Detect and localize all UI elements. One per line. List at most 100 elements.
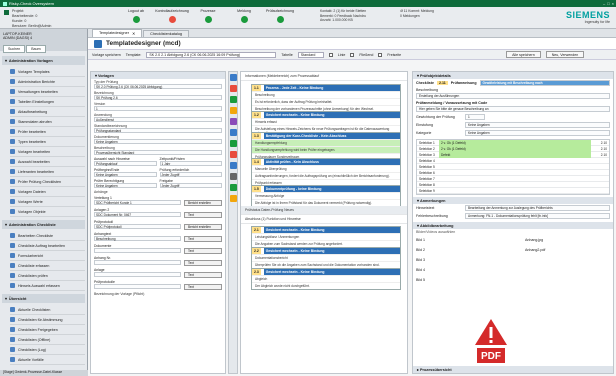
- sidebar-item[interactable]: Vorlagen Templates: [10, 67, 85, 77]
- checklist-block[interactable]: 2.2 Gesichert wechseln - Keine Bindung Dok…: [251, 246, 401, 269]
- sidebar-item[interactable]: Administration Berichte: [10, 77, 85, 87]
- selection-row[interactable]: Selektion 9: [417, 188, 609, 194]
- property-input[interactable]: 1 Jahr: [159, 161, 222, 166]
- checklist-block[interactable]: 1.5 Dokumentprüfung - keine Bindung Vermes…: [251, 184, 401, 207]
- sidebar-item[interactable]: Vorlagen bearbeiten: [10, 147, 85, 157]
- attachment-button[interactable]: Text: [184, 272, 222, 278]
- property-input[interactable]: Keine Angaben: [94, 139, 222, 144]
- sidebar-item[interactable]: Checklisten prüfen: [10, 271, 85, 281]
- attachment-button[interactable]: Text: [184, 236, 222, 242]
- tool-icon[interactable]: [230, 85, 237, 92]
- attachment-value[interactable]: [94, 284, 181, 289]
- sidebar-item[interactable]: Ablaufbearbeitung: [10, 107, 85, 117]
- attachment-value[interactable]: [94, 272, 181, 277]
- attachment-value[interactable]: [94, 260, 181, 265]
- sidebar-item[interactable]: Lieferanten bearbeiten: [10, 167, 85, 177]
- property-input[interactable]: Keine Angaben: [94, 183, 157, 188]
- sidebar-item[interactable]: Tabellen Einstellungen: [10, 97, 85, 107]
- property-input[interactable]: Prüfungsstandard: [94, 128, 222, 133]
- sidebar-section[interactable]: ▾ Administration Vorlagen: [2, 56, 85, 65]
- tool-icon[interactable]: [230, 184, 237, 191]
- property-input[interactable]: Prüfungsablauf: [94, 161, 157, 166]
- sidebar-item[interactable]: Vorlagen Objekte: [10, 207, 85, 217]
- fliessend-checkbox[interactable]: [350, 52, 355, 57]
- image-filename[interactable]: Anhang.jpg: [525, 238, 543, 242]
- new-use-button[interactable]: Neu, Verwenden: [545, 51, 585, 58]
- attachment-button[interactable]: Text: [184, 248, 222, 254]
- sidebar-section[interactable]: ▾ Übersicht: [2, 294, 85, 303]
- sidebar-item[interactable]: Checkliste erfassen: [10, 261, 85, 271]
- property-input[interactable]: Keine Angaben: [94, 172, 157, 177]
- linie-checkbox[interactable]: [328, 52, 333, 57]
- pdf-preview[interactable]: PDF: [473, 317, 509, 365]
- sidebar-item[interactable]: Verwaltungen bearbeiten: [10, 87, 85, 97]
- status-column[interactable]: Prüfaufzeichnung: [264, 9, 296, 23]
- save-all-button[interactable]: Alle speichern: [506, 51, 541, 58]
- attachment-value[interactable]: Beschreibung: [94, 236, 181, 241]
- property-input[interactable]: SK 2.0 Prüfung 2.6 (CK 06.06.2025 Abfolg…: [94, 84, 222, 89]
- tool-icon[interactable]: [230, 151, 237, 158]
- status-column[interactable]: Logout ab: [120, 9, 152, 23]
- tool-icon[interactable]: [230, 118, 237, 125]
- attachment-value[interactable]: SDC Prüfprotokoll: [94, 224, 181, 229]
- beschreibung-field[interactable]: Erstellung der Ausführungen: [416, 93, 610, 99]
- checklist-block[interactable]: 1.1 Prozess - Jede Zeit - Keine Bindung Be…: [251, 84, 401, 113]
- sidebar-item[interactable]: Auswahl bearbeiten: [10, 157, 85, 167]
- sidebar-item[interactable]: Checklisten Freigegeben: [10, 325, 85, 335]
- sidebar-item[interactable]: Formularbericht: [10, 251, 85, 261]
- status-column[interactable]: Kontrollaufzeichnung: [155, 9, 189, 23]
- sidebar-item[interactable]: Vorlagen Dateien: [10, 187, 85, 197]
- attachment-value[interactable]: SDC Dokument Nr. 0467: [94, 212, 181, 217]
- sidebar-item[interactable]: Stammdaten abrufen: [10, 117, 85, 127]
- tool-icon[interactable]: [230, 162, 237, 169]
- sidebar-item[interactable]: Prüfer Prüfung Checklisten: [10, 177, 85, 187]
- pruefung-field[interactable]: Hier geben Sie bitte die genaue Beschrei…: [416, 106, 610, 112]
- property-input[interactable]: SK Prüfung 2.6: [94, 95, 222, 100]
- tool-icon[interactable]: [230, 96, 237, 103]
- tab-baum[interactable]: Baum: [26, 45, 46, 53]
- image-filename[interactable]: Anhang2.pdf: [525, 248, 545, 252]
- sidebar-item[interactable]: Checklisten (Offline): [10, 335, 85, 345]
- checklist-sub[interactable]: Gewährleistung mit Beschreibung nach: [479, 80, 610, 86]
- attachment-button[interactable]: Bericht erstellen: [184, 224, 222, 230]
- checklist-block[interactable]: 2.3 Gesichert wechseln - Keine Bindung Abg…: [251, 267, 401, 290]
- sidebar-item[interactable]: Checklisten (Log): [10, 345, 85, 355]
- status-column[interactable]: Prozesse: [192, 9, 224, 23]
- tab-templatedesigner[interactable]: Templatedesigner ✕: [92, 29, 143, 37]
- sidebar-item[interactable]: Prüfer bearbeiten: [10, 127, 85, 137]
- fehler-field[interactable]: Anmerkung: FN-1 - Dokumentationsprüfung …: [465, 213, 610, 219]
- attachment-button[interactable]: Text: [184, 284, 222, 290]
- sidebar-item[interactable]: Aktuelle Checklisten: [10, 305, 85, 315]
- tool-icon[interactable]: [230, 107, 237, 114]
- checklist-block[interactable]: 1.4 Aktivität prüfen - Kein Abschluss Manu…: [251, 158, 401, 187]
- minimize-icon[interactable]: –: [603, 1, 605, 6]
- template-select[interactable]: SK 2.0 2.1 Abfolgung 2.6 (CK 06.06.2025 …: [146, 51, 277, 58]
- checklist-block[interactable]: 2.1 Gesichert wechseln - Keine Bindung Lei…: [251, 225, 401, 248]
- status-column[interactable]: Meldung: [228, 9, 260, 23]
- tab-checklistenkatalog[interactable]: Checklistenkatalog: [143, 30, 190, 37]
- close-icon[interactable]: ×: [612, 1, 614, 6]
- sidebar-section[interactable]: ▾ Administration Checkliste: [2, 220, 85, 229]
- freiseite-checkbox[interactable]: [378, 52, 383, 57]
- kategorie-select[interactable]: Keine Angaben: [465, 130, 610, 136]
- bewertung-select[interactable]: Keine Angaben: [465, 122, 610, 128]
- tool-icon[interactable]: [230, 129, 237, 136]
- attachment-button[interactable]: Text: [184, 260, 222, 266]
- property-input[interactable]: Prozessübersicht Standard: [94, 150, 222, 155]
- table-select[interactable]: Standard: [297, 51, 324, 58]
- property-input[interactable]: Jeder Zugriff: [159, 183, 222, 188]
- tool-icon[interactable]: [230, 173, 237, 180]
- sidebar-item[interactable]: Aktuelle Vorfälle: [10, 355, 85, 365]
- tab-suchen[interactable]: Suchen: [3, 45, 26, 53]
- sidebar-item[interactable]: Hinweis Auswahl erfassen: [10, 281, 85, 291]
- close-icon[interactable]: ✕: [132, 31, 135, 36]
- sidebar-item[interactable]: Vorlagen Werte: [10, 197, 85, 207]
- sidebar-item[interactable]: Typen bearbeiten: [10, 137, 85, 147]
- gewichtung-field[interactable]: 1: [465, 114, 485, 120]
- property-input[interactable]: 1: [94, 106, 222, 111]
- hinweis-field[interactable]: Bearbeitung der Anmerkung zur Auslegung …: [465, 205, 610, 211]
- attachment-value[interactable]: SDC Prüfbericht Kunde 1: [94, 200, 181, 205]
- sidebar-item[interactable]: Checkliste Auftrag bearbeiten: [10, 241, 85, 251]
- property-input[interactable]: Jeder Zugriff: [159, 172, 222, 177]
- property-input[interactable]: Außendienst: [94, 117, 222, 122]
